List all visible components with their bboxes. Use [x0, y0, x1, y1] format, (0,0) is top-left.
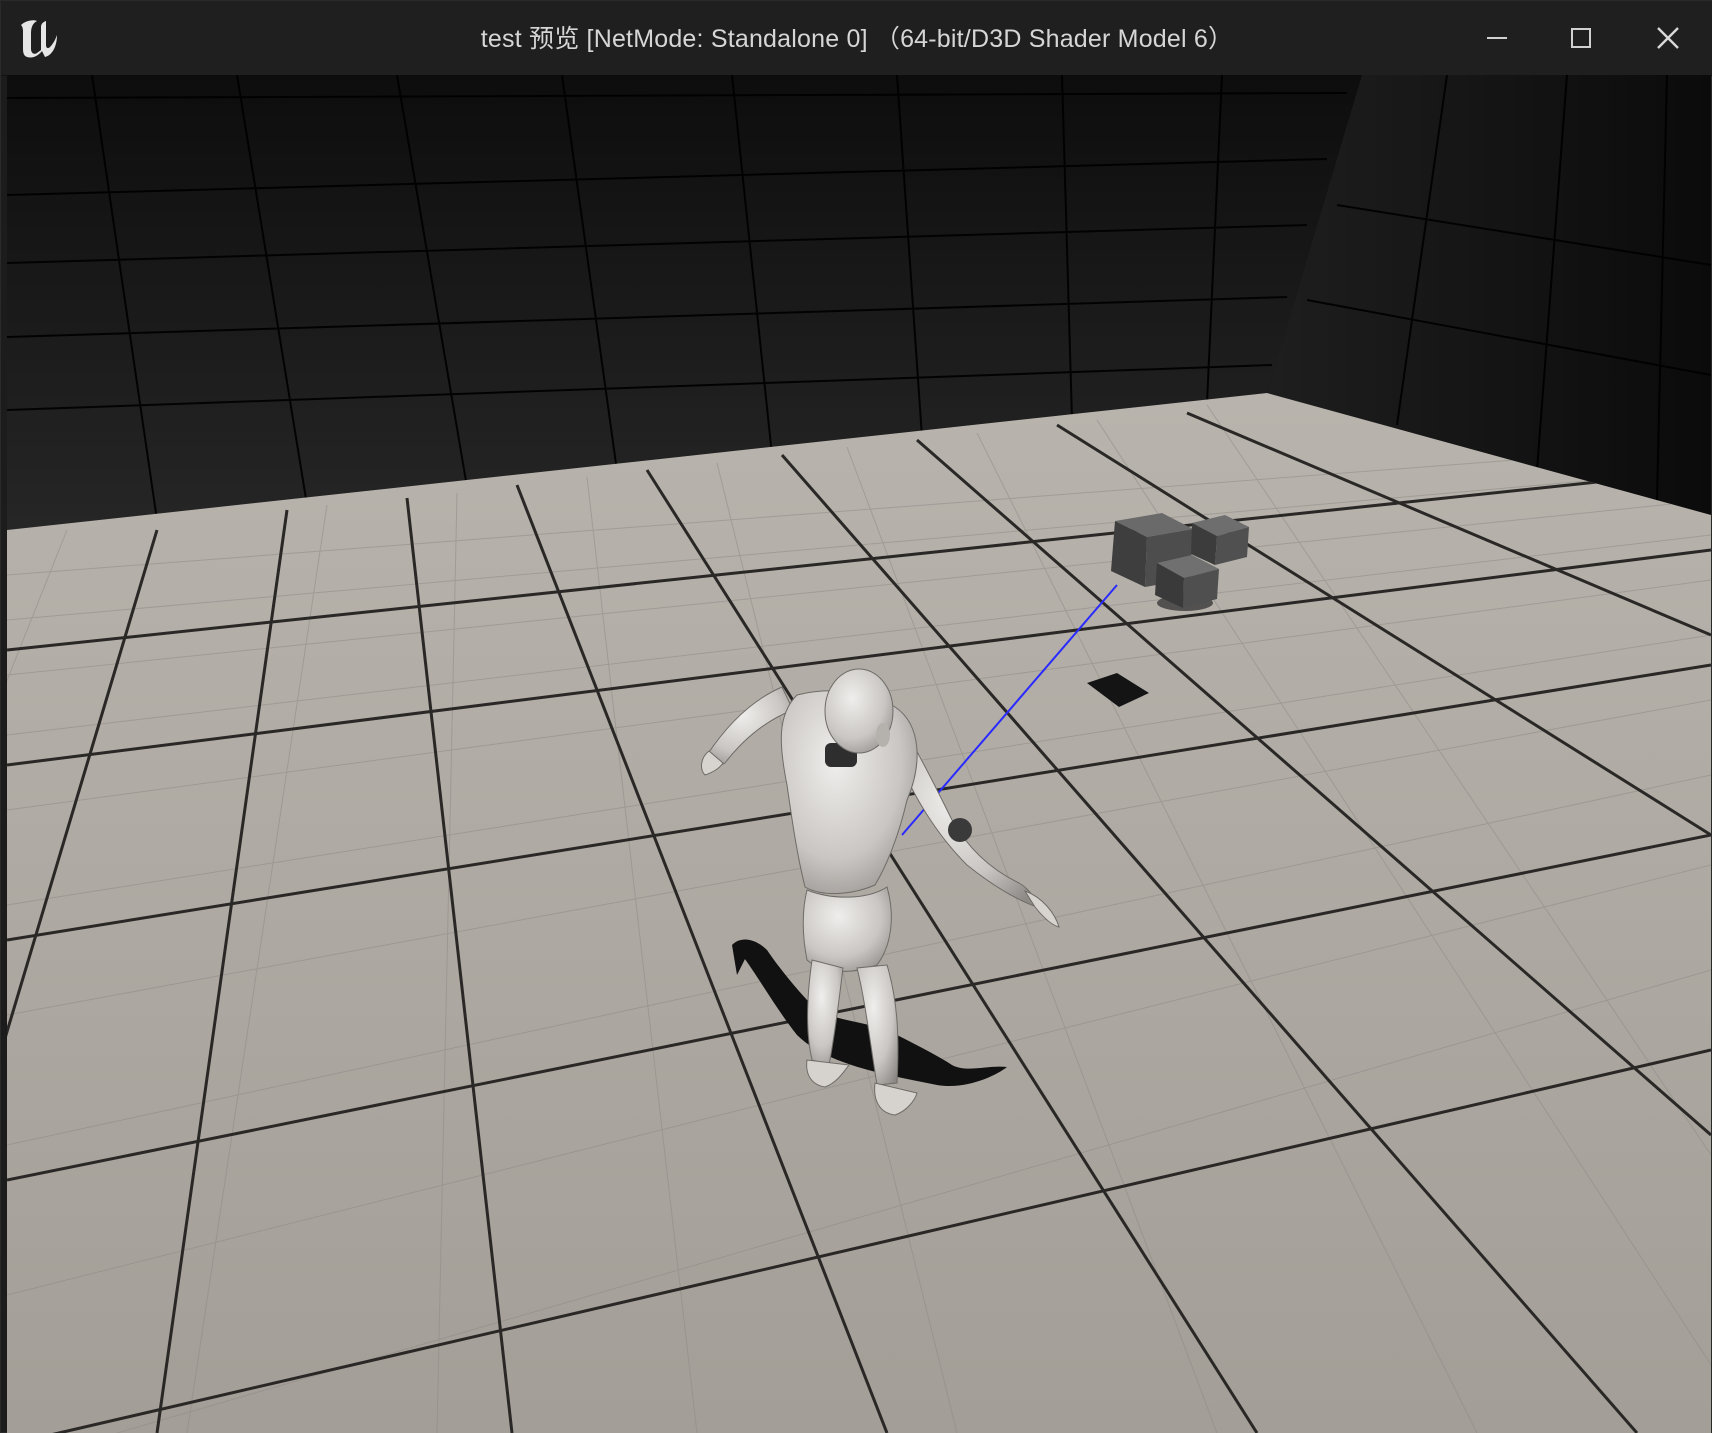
- title-bar[interactable]: test 预览 [NetMode: Standalone 0] （64-bit/…: [1, 1, 1712, 76]
- maximize-icon: [1571, 28, 1591, 48]
- minimize-icon: [1487, 37, 1507, 39]
- game-preview-window: test 预览 [NetMode: Standalone 0] （64-bit/…: [0, 0, 1712, 1433]
- close-button[interactable]: [1623, 1, 1712, 75]
- game-viewport[interactable]: [7, 75, 1711, 1433]
- minimize-button[interactable]: [1455, 1, 1539, 75]
- close-icon: [1657, 27, 1679, 49]
- maximize-button[interactable]: [1539, 1, 1623, 75]
